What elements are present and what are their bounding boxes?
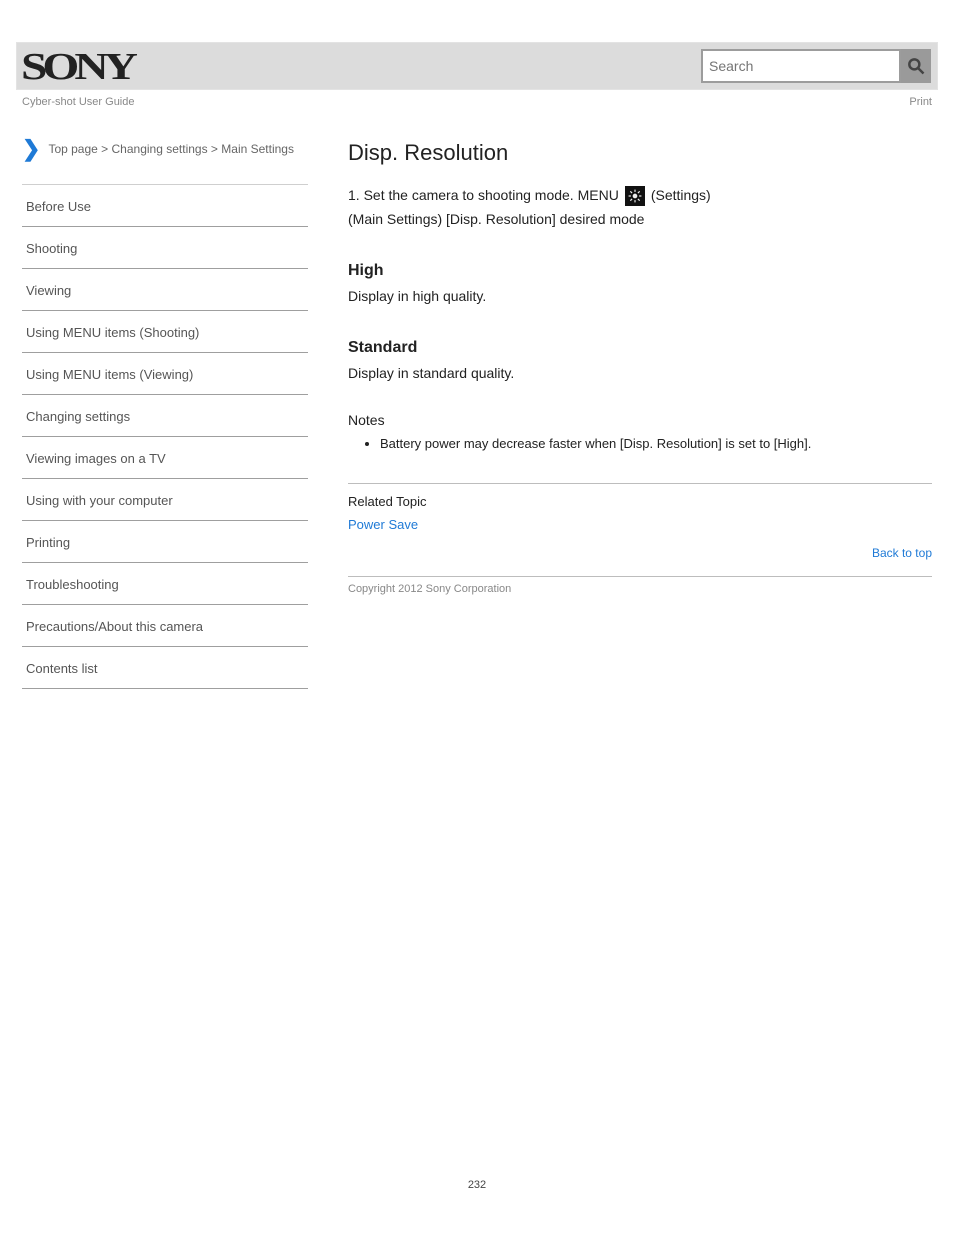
notes-list: Battery power may decrease faster when [… xyxy=(380,434,932,455)
instruction-line: 1. Set the camera to shooting mode. MENU… xyxy=(348,184,932,232)
page-title: Disp. Resolution xyxy=(348,140,932,166)
copyright: Copyright 2012 Sony Corporation xyxy=(348,583,932,595)
page-number: 232 xyxy=(0,1179,954,1191)
brand-logo: SONY xyxy=(21,45,133,89)
sidebar-item-shooting[interactable]: Shooting xyxy=(22,227,308,269)
breadcrumb-sep: > xyxy=(208,142,222,156)
breadcrumb-sub[interactable]: Main Settings xyxy=(221,142,294,156)
chevron-right-icon: ❯ xyxy=(22,138,40,160)
sidebar: ❯ Top page > Changing settings > Main Se… xyxy=(22,138,308,689)
instruction-text-2: (Settings) xyxy=(651,184,711,208)
breadcrumb-top[interactable]: Top page xyxy=(48,142,97,156)
sidebar-item-changing-settings[interactable]: Changing settings xyxy=(22,395,308,437)
back-to-top-wrap: Back to top xyxy=(348,544,932,562)
sub-header: Cyber-shot User Guide Print xyxy=(0,96,954,108)
breadcrumb-cat[interactable]: Changing settings xyxy=(112,142,208,156)
instruction-text-1: 1. Set the camera to shooting mode. MENU xyxy=(348,184,619,208)
sidebar-item-contents-list[interactable]: Contents list xyxy=(22,647,308,689)
sidebar-item-menu-shooting[interactable]: Using MENU items (Shooting) xyxy=(22,311,308,353)
related-topic-heading: Related Topic xyxy=(348,494,932,509)
search-icon xyxy=(906,56,926,76)
sidebar-item-before-use[interactable]: Before Use xyxy=(22,184,308,227)
option-standard-body: Display in standard quality. xyxy=(348,361,932,386)
back-to-top-link[interactable]: Back to top xyxy=(872,546,932,560)
search-button[interactable] xyxy=(901,49,931,83)
instruction-text-3: (Main Settings) [Disp. Resolution] desir… xyxy=(348,208,644,232)
search-input[interactable] xyxy=(701,49,901,83)
related-topic-link[interactable]: Power Save xyxy=(348,517,932,532)
gear-icon xyxy=(625,186,645,206)
divider xyxy=(348,576,932,577)
sidebar-item-troubleshooting[interactable]: Troubleshooting xyxy=(22,563,308,605)
sidebar-item-viewing[interactable]: Viewing xyxy=(22,269,308,311)
option-high-title: High xyxy=(348,262,932,280)
sidebar-item-precautions[interactable]: Precautions/About this camera xyxy=(22,605,308,647)
divider xyxy=(348,483,932,484)
breadcrumb-sep: > xyxy=(98,142,112,156)
sidebar-item-computer[interactable]: Using with your computer xyxy=(22,479,308,521)
search-wrap xyxy=(701,49,931,83)
main-content: Disp. Resolution 1. Set the camera to sh… xyxy=(308,138,932,689)
notes-heading: Notes xyxy=(348,412,932,428)
sidebar-item-tv[interactable]: Viewing images on a TV xyxy=(22,437,308,479)
header-bar: SONY xyxy=(16,42,938,90)
breadcrumb: ❯ Top page > Changing settings > Main Se… xyxy=(22,138,308,160)
option-high-body: Display in high quality. xyxy=(348,284,932,309)
note-item: Battery power may decrease faster when [… xyxy=(380,434,932,455)
sidebar-item-menu-viewing[interactable]: Using MENU items (Viewing) xyxy=(22,353,308,395)
product-name: Cyber-shot User Guide xyxy=(22,96,135,108)
option-standard-title: Standard xyxy=(348,339,932,357)
sidebar-item-printing[interactable]: Printing xyxy=(22,521,308,563)
print-link[interactable]: Print xyxy=(909,96,932,108)
